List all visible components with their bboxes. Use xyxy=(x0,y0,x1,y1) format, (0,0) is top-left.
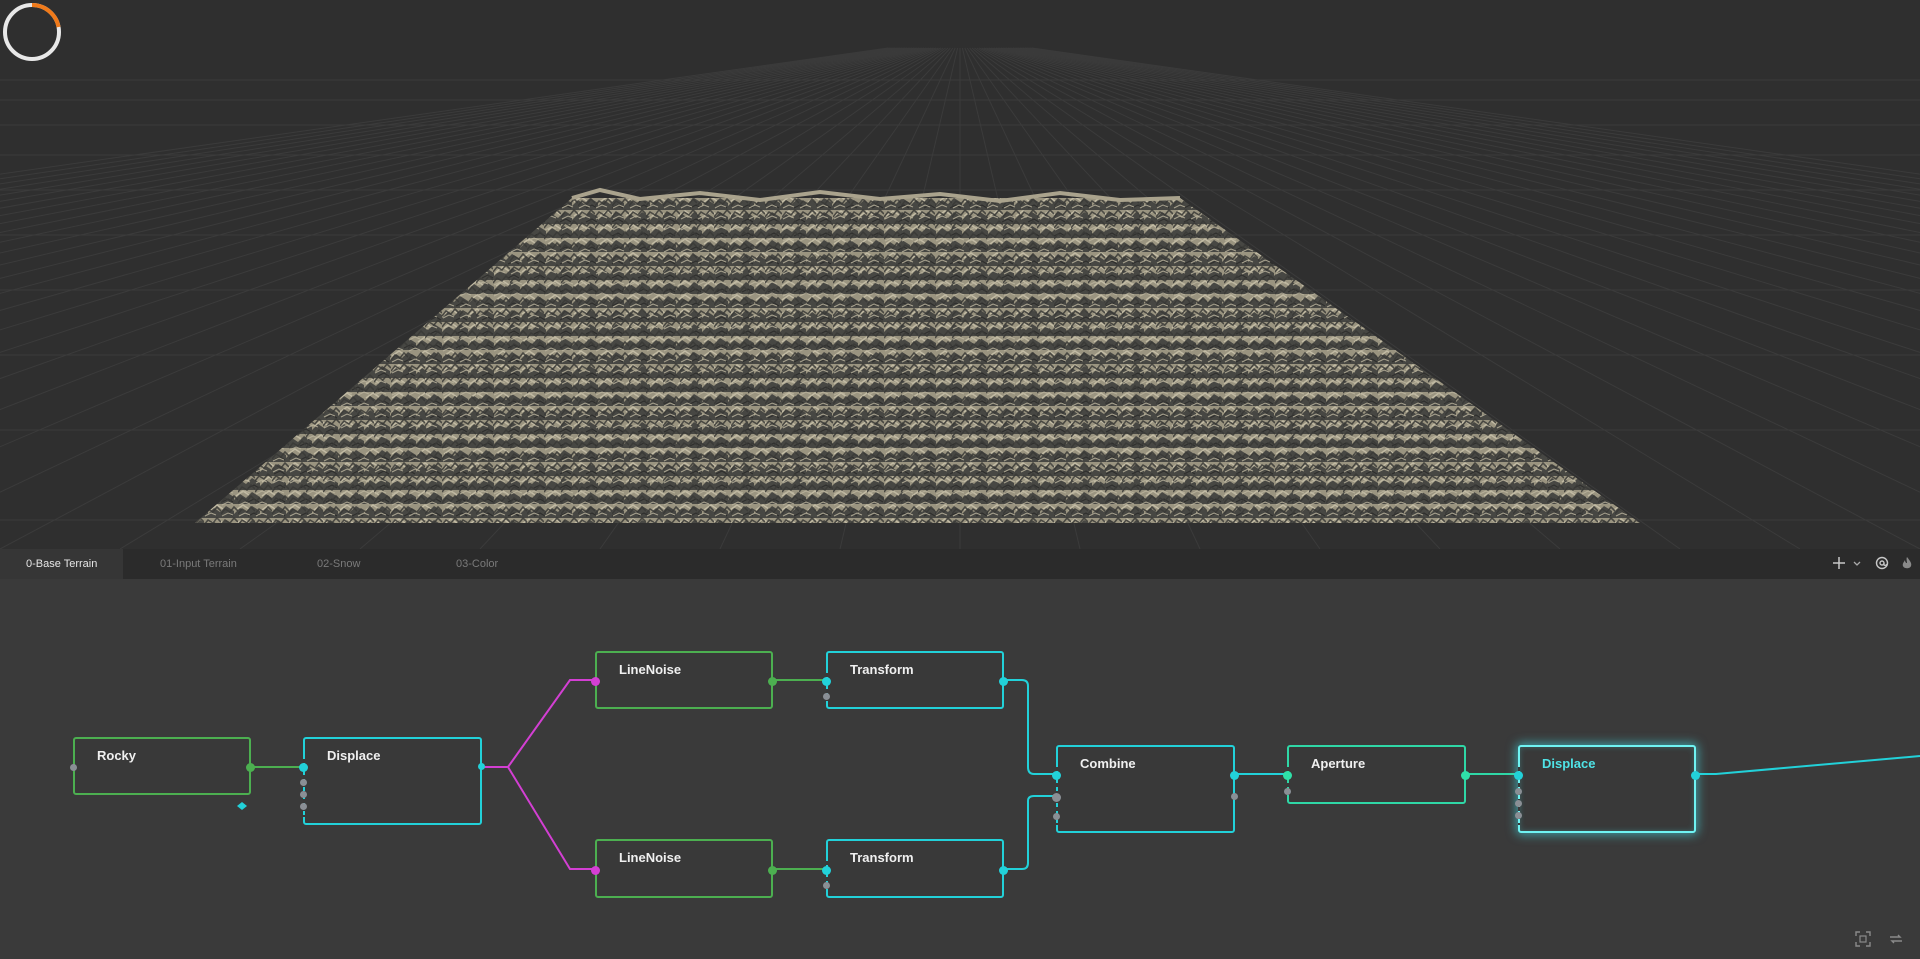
node-title: LineNoise xyxy=(619,850,682,865)
node-title: Transform xyxy=(850,850,914,865)
node-transform-bottom[interactable]: Transform xyxy=(822,839,1008,898)
graph-tab-bar: 0-Base Terrain 01-Input Terrain 02-Snow … xyxy=(0,549,1920,579)
input-port[interactable] xyxy=(1052,793,1061,802)
node-title: Rocky xyxy=(97,748,137,763)
input-port[interactable] xyxy=(300,803,307,810)
refresh-icon[interactable] xyxy=(1888,931,1904,950)
input-port[interactable] xyxy=(1053,813,1060,820)
input-port[interactable] xyxy=(1052,771,1061,780)
input-port[interactable] xyxy=(300,791,307,798)
node-displace[interactable]: Displace xyxy=(299,737,485,825)
input-port[interactable] xyxy=(1515,800,1522,807)
input-port[interactable] xyxy=(822,677,831,686)
input-port[interactable] xyxy=(1515,788,1522,795)
output-port[interactable] xyxy=(478,763,485,770)
input-port[interactable] xyxy=(823,693,830,700)
input-port[interactable] xyxy=(299,763,308,772)
chevron-down-icon[interactable] xyxy=(1852,556,1862,572)
input-port[interactable] xyxy=(1514,771,1523,780)
node-title: Displace xyxy=(327,748,381,763)
input-port[interactable] xyxy=(1515,812,1522,819)
tab-input-terrain[interactable]: 01-Input Terrain xyxy=(160,549,237,579)
node-linenoise-bottom[interactable]: LineNoise xyxy=(591,839,777,898)
tab-snow[interactable]: 02-Snow xyxy=(317,549,360,579)
output-port[interactable] xyxy=(768,866,777,875)
node-aperture[interactable]: Aperture xyxy=(1283,745,1470,804)
progress-ring xyxy=(3,3,61,61)
tab-base-terrain[interactable]: 0-Base Terrain xyxy=(0,549,124,579)
fit-view-icon[interactable] xyxy=(1855,931,1871,950)
output-port[interactable] xyxy=(1231,793,1238,800)
node-displace-active[interactable]: Displace xyxy=(1514,745,1700,833)
node-title: Displace xyxy=(1542,756,1596,771)
output-port[interactable] xyxy=(1461,771,1470,780)
node-title: Transform xyxy=(850,662,914,677)
input-port[interactable] xyxy=(823,882,830,889)
input-port[interactable] xyxy=(591,677,600,686)
input-port[interactable] xyxy=(300,779,307,786)
node-title: Combine xyxy=(1080,756,1136,771)
input-port[interactable] xyxy=(1284,788,1291,795)
plus-icon[interactable] xyxy=(1831,556,1847,572)
at-icon[interactable] xyxy=(1874,556,1890,572)
node-combine[interactable]: Combine xyxy=(1052,745,1239,833)
tab-color[interactable]: 03-Color xyxy=(456,549,498,579)
node-graph-canvas[interactable]: Rocky Displace LineNoise Transform LineN… xyxy=(0,579,1920,959)
output-port[interactable] xyxy=(999,677,1008,686)
flame-icon[interactable] xyxy=(1899,556,1915,572)
input-port[interactable] xyxy=(591,866,600,875)
node-transform-top[interactable]: Transform xyxy=(822,651,1008,709)
input-port[interactable] xyxy=(70,764,77,771)
node-title: LineNoise xyxy=(619,662,682,677)
node-title: Aperture xyxy=(1311,756,1366,771)
node-rocky[interactable]: Rocky xyxy=(70,737,255,795)
output-port[interactable] xyxy=(999,866,1008,875)
node-linenoise-top[interactable]: LineNoise xyxy=(591,651,777,709)
terrain-viewport[interactable] xyxy=(0,0,1920,549)
output-port[interactable] xyxy=(768,677,777,686)
output-port[interactable] xyxy=(246,763,255,772)
input-port[interactable] xyxy=(822,866,831,875)
output-port[interactable] xyxy=(1691,771,1700,780)
terrain-render xyxy=(0,47,1920,549)
output-port[interactable] xyxy=(1230,771,1239,780)
input-port[interactable] xyxy=(1283,771,1292,780)
